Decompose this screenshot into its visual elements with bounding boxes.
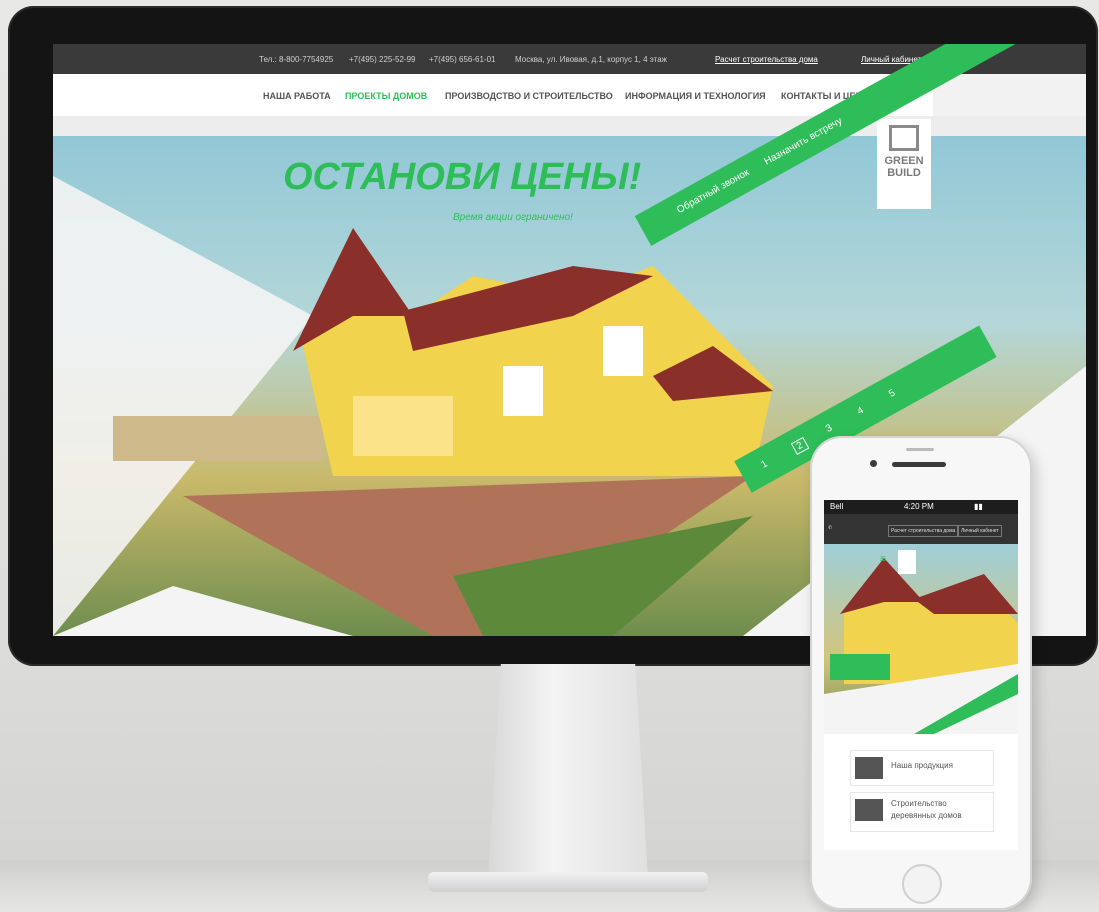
earpiece [906, 448, 934, 451]
construction-card[interactable]: Строительство деревянных домов [850, 792, 994, 832]
monitor-stand [488, 664, 648, 879]
phone-number-3: +7(495) 656-61-01 [429, 55, 496, 64]
mobile-house-illustration [824, 558, 1018, 734]
slide-dot[interactable]: 1 [759, 458, 769, 470]
slide-dot[interactable]: 3 [824, 423, 834, 435]
logo-mark-icon [889, 125, 919, 151]
status-bar: Bell 4:20 PM ▮▮ [824, 500, 1018, 514]
address-text: Москва, ул. Ивовая, д.1, корпус 1, 4 эта… [515, 55, 668, 64]
smartphone: Bell 4:20 PM ▮▮ ✆ Расчет строительства д… [810, 436, 1032, 910]
nav-item-house-projects[interactable]: ПРОЕКТЫ ДОМОВ [345, 91, 427, 101]
products-card[interactable]: Наша продукция [850, 750, 994, 786]
star-icon [855, 799, 883, 821]
home-button[interactable] [902, 864, 942, 904]
phone-icon: ✆ [828, 525, 833, 531]
mobile-cabinet-button[interactable]: Личный кабинет [958, 525, 1002, 537]
logo-text-green: GREEN [884, 155, 924, 167]
phone-number-2: +7(495) 225-52-99 [349, 55, 416, 64]
products-icon [855, 757, 883, 779]
phone-number-1: Тел.: 8-800-7754925 [259, 55, 334, 64]
nav-item-production[interactable]: ПРОИЗВОДСТВО И СТРОИТЕЛЬСТВО [445, 91, 613, 101]
slide-dot[interactable]: 4 [856, 405, 866, 417]
battery-icon: ▮▮ [974, 502, 983, 511]
carrier-label: Bell [830, 502, 844, 511]
front-camera-icon [870, 460, 877, 467]
construction-card-line1: Строительство [891, 799, 947, 808]
mobile-hero-image: ≡ [824, 544, 1018, 734]
mobile-logo [898, 550, 916, 574]
construction-card-line2: деревянных домов [891, 811, 962, 820]
hero-subline: Время акции ограничено! [453, 212, 573, 223]
nav-item-our-work[interactable]: НАША РАБОТА [263, 91, 331, 101]
mobile-topbar: ✆ Расчет строительства дома Личный кабин… [824, 514, 1018, 544]
slide-dot-active[interactable]: 2 [790, 437, 809, 456]
logo-text-build: BUILD [887, 167, 921, 179]
hero-headline: ОСТАНОВИ ЦЕНЫ! [283, 156, 642, 198]
green-build-logo: GREEN BUILD [877, 119, 931, 209]
slide-dot[interactable]: 5 [887, 388, 897, 400]
main-nav: НАША РАБОТА ПРОЕКТЫ ДОМОВ ПРОИЗВОДСТВО И… [53, 74, 933, 116]
speaker-grille [892, 462, 946, 467]
clock-label: 4:20 PM [904, 502, 934, 511]
mobile-calc-button[interactable]: Расчет строительства дома [888, 525, 959, 537]
nav-item-information[interactable]: ИНФОРМАЦИЯ И ТЕХНОЛОГИЯ [625, 91, 766, 101]
monitor-stand-base [428, 872, 708, 892]
mobile-site-screen: Bell 4:20 PM ▮▮ ✆ Расчет строительства д… [824, 500, 1018, 850]
calc-link[interactable]: Расчет строительства дома [715, 55, 818, 64]
menu-icon[interactable]: ≡ [880, 554, 886, 565]
products-card-label: Наша продукция [891, 761, 953, 770]
